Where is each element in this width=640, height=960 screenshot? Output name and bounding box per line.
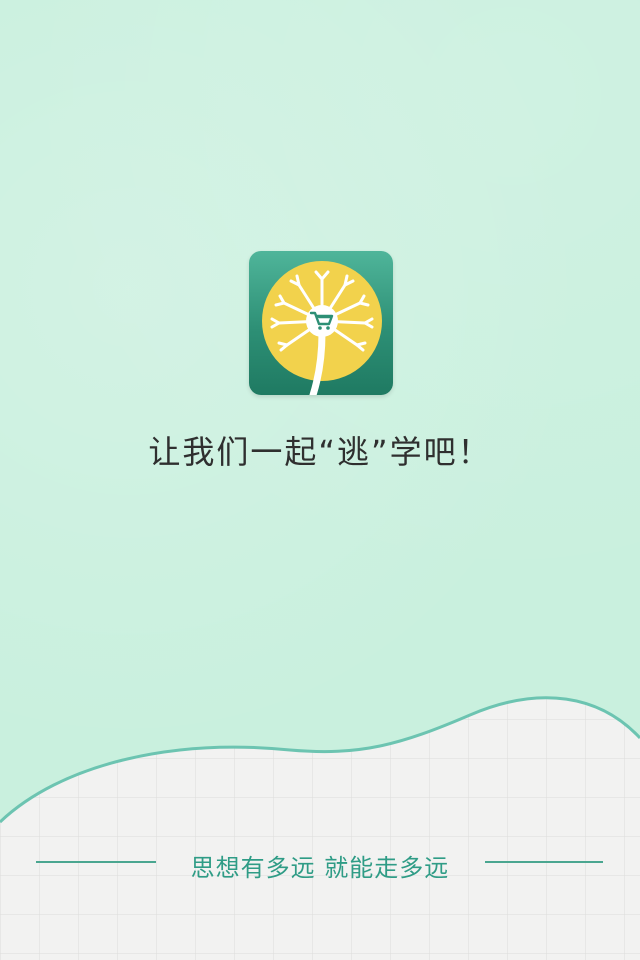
bottom-grid-wave xyxy=(0,696,640,960)
slogan-row: 思想有多远 就能走多远 xyxy=(0,842,640,882)
dandelion-cart-icon xyxy=(262,261,382,395)
app-logo xyxy=(249,251,393,395)
slogan: 思想有多远 就能走多远 xyxy=(190,854,450,882)
divider-right xyxy=(485,861,603,863)
tagline: 让我们一起“逃”学吧！ xyxy=(148,433,492,471)
logo-center xyxy=(306,305,338,337)
splash-screen: 让我们一起“逃”学吧！ 思想有多远 就能走多远 xyxy=(0,0,640,960)
